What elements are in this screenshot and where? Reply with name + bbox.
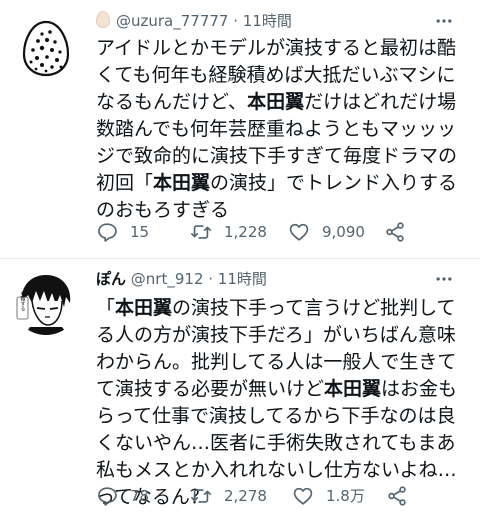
timestamp[interactable]: 11時間: [243, 12, 292, 30]
tweet-1[interactable]: @uzura_77777 · 11時間 アイドルとかモデルが演技すると最初は酷く…: [0, 0, 480, 258]
retweet-icon: [191, 489, 211, 503]
highlighted-keyword: 本田翼: [153, 172, 211, 194]
share-button[interactable]: [386, 484, 420, 508]
tweet-text: アイドルとかモデルが演技すると最初は酷くても何年も経験積めば大抵だいぶマシになる…: [96, 35, 472, 224]
text-segment: 「: [96, 297, 116, 319]
highlighted-keyword: 本田翼: [247, 91, 305, 113]
avatar-egg[interactable]: [12, 14, 80, 82]
timestamp[interactable]: 11時間: [218, 270, 267, 288]
tweet-header: ぽん @nrt_912 · 11時間: [96, 267, 468, 291]
tweet-actions: 15 1,228 9,090: [96, 220, 468, 244]
like-button[interactable]: 9,090: [288, 220, 365, 244]
reply-icon: [98, 223, 117, 242]
reply-button[interactable]: 78: [96, 484, 149, 508]
tweet-text: 「本田翼の演技下手って言うけど批判してる人の方が演技下手だろ」がいちばん意味わか…: [96, 295, 472, 511]
retweet-count: 1,228: [224, 223, 267, 241]
more-icon[interactable]: [434, 11, 454, 31]
highlighted-keyword: 本田翼: [324, 378, 382, 400]
tweet-header: @uzura_77777 · 11時間: [96, 9, 468, 33]
more-icon[interactable]: [434, 269, 454, 289]
avatar-caption: 非難する: [20, 290, 26, 311]
user-handle[interactable]: @nrt_912: [131, 270, 204, 288]
like-count: 9,090: [322, 223, 365, 241]
user-handle[interactable]: @uzura_77777: [116, 12, 228, 30]
like-icon: [293, 487, 313, 505]
avatar-manga[interactable]: 非難する: [12, 267, 80, 335]
retweet-button[interactable]: 1,228: [190, 220, 267, 244]
reply-button[interactable]: 15: [96, 220, 149, 244]
display-name[interactable]: ぽん: [96, 270, 126, 288]
retweet-icon: [191, 225, 211, 239]
reply-count: 15: [130, 223, 150, 241]
like-button[interactable]: 1.8万: [292, 484, 365, 508]
like-count: 1.8万: [326, 487, 365, 505]
like-icon: [289, 223, 309, 241]
tweet-2[interactable]: 非難する ぽん @nrt_912 · 11時間 「本田翼の演技下手って言うけど批…: [0, 259, 480, 516]
share-icon: [386, 222, 404, 242]
highlighted-keyword: 本田翼: [115, 297, 173, 319]
reply-count: 78: [130, 487, 150, 505]
retweet-button[interactable]: 2,278: [190, 484, 267, 508]
share-button[interactable]: [384, 220, 418, 244]
egg-emoji-icon: [96, 11, 110, 28]
retweet-count: 2,278: [224, 487, 267, 505]
tweet-actions: 78 2,278 1.8万: [96, 484, 468, 508]
share-icon: [388, 486, 406, 506]
reply-icon: [98, 487, 117, 506]
